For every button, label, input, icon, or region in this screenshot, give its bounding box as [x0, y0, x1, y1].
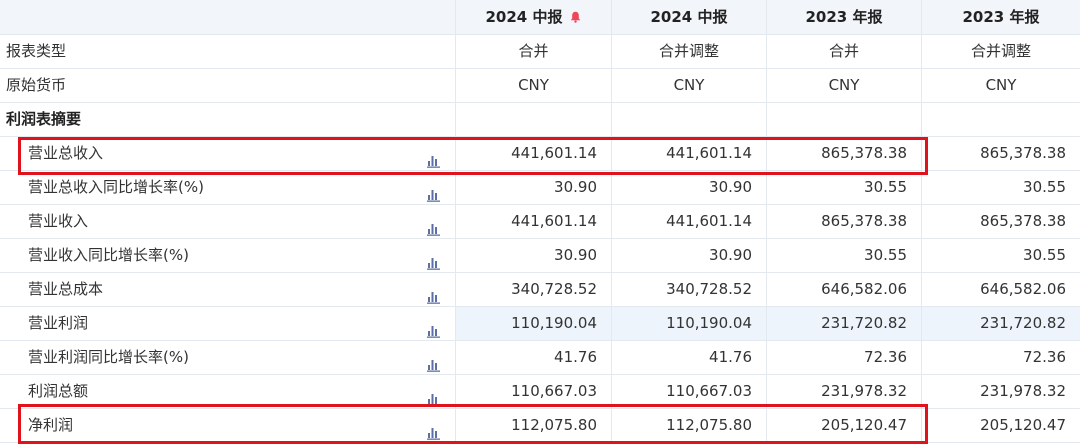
bell-icon[interactable]	[570, 1, 581, 23]
bar-chart-icon[interactable]	[427, 147, 441, 168]
meta-cell: CNY	[921, 69, 1080, 103]
meta-row-label: 报表类型	[0, 35, 455, 69]
table-cell: 110,190.04	[455, 307, 611, 341]
table-cell: 441,601.14	[611, 137, 766, 171]
column-header: 2023 年报	[766, 0, 921, 35]
table-row-label: 利润总额	[0, 375, 455, 409]
column-header-label: 2023 年报	[962, 8, 1040, 26]
bar-chart-icon[interactable]	[427, 317, 441, 338]
table-row-label: 营业收入	[0, 205, 455, 239]
header-corner	[0, 0, 455, 35]
income-statement-table: 2024 中报 2024 中报 2023 年报 2023 年报 报表类型 合并 合并调整 合并…	[0, 0, 1080, 443]
table-row-label: 营业利润	[0, 307, 455, 341]
table-cell: 865,378.38	[766, 205, 921, 239]
row-label-text: 营业收入同比增长率(%)	[28, 246, 189, 264]
meta-cell: 合并	[455, 35, 611, 69]
row-label-text: 营业收入	[28, 212, 89, 230]
table-cell: 110,667.03	[611, 375, 766, 409]
row-label-text: 营业利润同比增长率(%)	[28, 348, 189, 366]
table-cell: 441,601.14	[611, 205, 766, 239]
table-cell: 30.90	[611, 171, 766, 205]
table-cell: 30.55	[766, 171, 921, 205]
bar-chart-icon[interactable]	[427, 181, 441, 202]
table-cell: 441,601.14	[455, 137, 611, 171]
row-label-text: 营业总收入同比增长率(%)	[28, 178, 204, 196]
table-cell: 72.36	[921, 341, 1080, 375]
table-cell: 30.90	[455, 171, 611, 205]
table-cell: 30.90	[455, 239, 611, 273]
table-row-label: 营业总收入同比增长率(%)	[0, 171, 455, 205]
column-header-label: 2024 中报	[485, 8, 563, 26]
meta-cell: 合并	[766, 35, 921, 69]
table-row-label: 营业收入同比增长率(%)	[0, 239, 455, 273]
section-empty-cell	[921, 103, 1080, 137]
bar-chart-icon[interactable]	[427, 351, 441, 372]
meta-row-label: 原始货币	[0, 69, 455, 103]
table-cell: 41.76	[455, 341, 611, 375]
bar-chart-icon[interactable]	[427, 249, 441, 270]
bar-chart-icon[interactable]	[427, 385, 441, 406]
row-label-text: 净利润	[28, 416, 74, 434]
table-cell: 30.55	[921, 239, 1080, 273]
table-cell: 340,728.52	[455, 273, 611, 307]
meta-cell: CNY	[611, 69, 766, 103]
table-cell: 205,120.47	[921, 409, 1080, 443]
table-row-label: 净利润	[0, 409, 455, 443]
table-cell: 110,667.03	[455, 375, 611, 409]
meta-cell: 合并调整	[611, 35, 766, 69]
table-row-label: 营业总成本	[0, 273, 455, 307]
column-header: 2024 中报	[611, 0, 766, 35]
column-header: 2023 年报	[921, 0, 1080, 35]
row-label-text: 营业总收入	[28, 144, 104, 162]
bar-chart-icon[interactable]	[427, 215, 441, 236]
section-empty-cell	[766, 103, 921, 137]
table-cell: 41.76	[611, 341, 766, 375]
meta-cell: CNY	[766, 69, 921, 103]
bar-chart-icon[interactable]	[427, 283, 441, 304]
table-cell: 30.90	[611, 239, 766, 273]
column-header-label: 2024 中报	[650, 8, 728, 26]
table-cell: 110,190.04	[611, 307, 766, 341]
meta-cell: CNY	[455, 69, 611, 103]
table-cell: 340,728.52	[611, 273, 766, 307]
table-cell: 231,720.82	[766, 307, 921, 341]
bar-chart-icon[interactable]	[427, 419, 441, 440]
table-cell: 30.55	[766, 239, 921, 273]
table-cell: 441,601.14	[455, 205, 611, 239]
table-cell: 231,978.32	[921, 375, 1080, 409]
table-cell: 205,120.47	[766, 409, 921, 443]
table-row-label: 营业总收入	[0, 137, 455, 171]
table-cell: 30.55	[921, 171, 1080, 205]
table-cell: 865,378.38	[921, 137, 1080, 171]
row-label-text: 营业总成本	[28, 280, 104, 298]
section-empty-cell	[611, 103, 766, 137]
table-cell: 231,978.32	[766, 375, 921, 409]
table-cell: 865,378.38	[921, 205, 1080, 239]
table-cell: 646,582.06	[766, 273, 921, 307]
section-empty-cell	[455, 103, 611, 137]
table-cell: 112,075.80	[611, 409, 766, 443]
row-label-text: 营业利润	[28, 314, 89, 332]
table-cell: 646,582.06	[921, 273, 1080, 307]
table-cell: 231,720.82	[921, 307, 1080, 341]
table-cell: 112,075.80	[455, 409, 611, 443]
column-header-label: 2023 年报	[805, 8, 883, 26]
table-cell: 72.36	[766, 341, 921, 375]
table-row-label: 营业利润同比增长率(%)	[0, 341, 455, 375]
row-label-text: 利润总额	[28, 382, 89, 400]
section-title: 利润表摘要	[0, 103, 455, 137]
table-cell: 865,378.38	[766, 137, 921, 171]
meta-cell: 合并调整	[921, 35, 1080, 69]
column-header: 2024 中报	[455, 0, 611, 35]
